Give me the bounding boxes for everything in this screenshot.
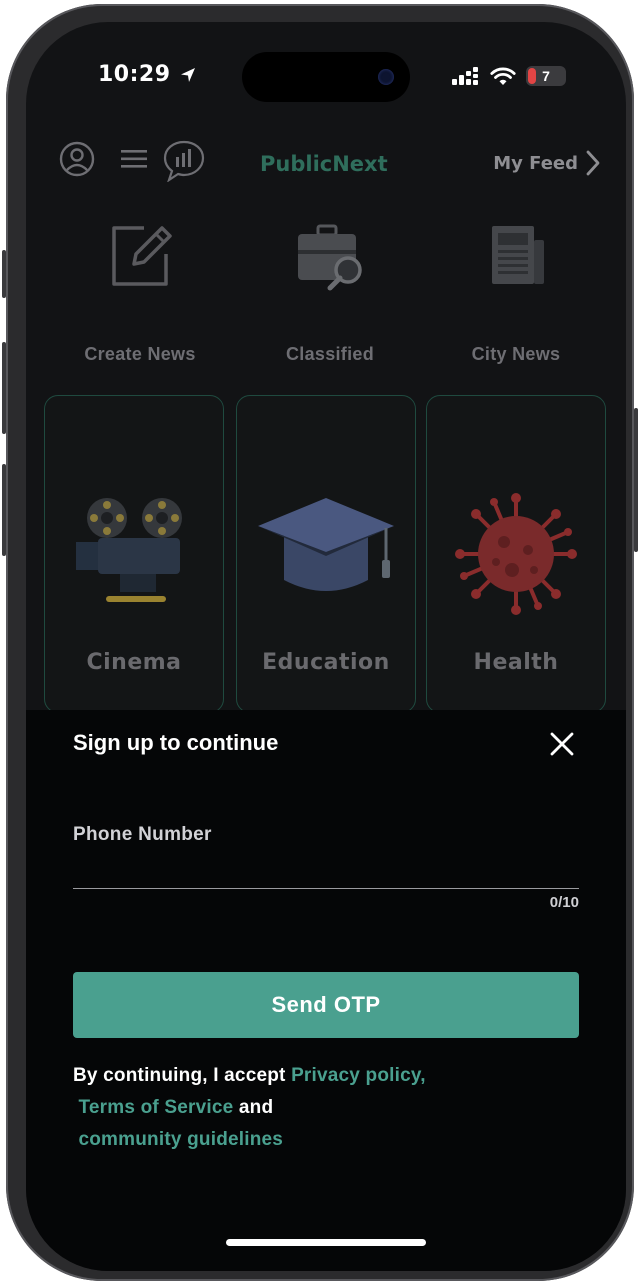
- send-otp-button[interactable]: Send OTP: [73, 972, 579, 1038]
- privacy-policy-link[interactable]: Privacy policy,: [291, 1065, 426, 1086]
- status-time: 10:29: [98, 62, 197, 87]
- category-label: Education: [262, 650, 390, 675]
- sheet-title: Sign up to continue: [73, 730, 279, 755]
- my-feed-link[interactable]: My Feed: [493, 150, 600, 176]
- brand-title: PublicNext: [260, 152, 388, 176]
- category-label: Cinema: [86, 650, 182, 675]
- community-guidelines-link[interactable]: community guidelines: [78, 1129, 283, 1150]
- edit-icon: [112, 226, 172, 286]
- volume-up-button: [2, 342, 6, 434]
- app-screen: 10:29 7 PublicNext My Feed Create News C…: [26, 22, 626, 1271]
- close-icon[interactable]: [546, 728, 578, 760]
- action-button: [2, 250, 6, 298]
- wifi-icon: [490, 67, 516, 85]
- camera-icon: [378, 69, 394, 85]
- volume-down-button: [2, 464, 6, 556]
- quick-action-label: Create News: [84, 344, 196, 364]
- newspaper-icon: [492, 226, 544, 284]
- quick-action-city-news[interactable]: City News: [416, 220, 616, 365]
- and-text: and: [233, 1097, 274, 1118]
- home-indicator[interactable]: [226, 1239, 426, 1246]
- phone-frame: 10:29 7 PublicNext My Feed Create News C…: [2, 4, 638, 1281]
- cellular-signal-icon: [452, 67, 478, 85]
- location-arrow-icon: [180, 67, 195, 82]
- legal-prefix: By continuing, I accept: [73, 1065, 292, 1086]
- my-feed-label: My Feed: [493, 152, 578, 174]
- legal-text: By continuing, I accept Privacy policy, …: [73, 1060, 593, 1156]
- phone-field-underline: [73, 888, 579, 889]
- battery-icon: 7: [526, 66, 566, 86]
- chevron-right-icon: [586, 150, 600, 176]
- battery-level: 7: [542, 68, 550, 84]
- signup-sheet: Sign up to continue Phone Number 0/10 Se…: [26, 710, 626, 1271]
- app-header: PublicNext My Feed: [26, 140, 626, 184]
- clock-text: 10:29: [98, 62, 171, 87]
- category-label: Health: [473, 650, 559, 675]
- category-card-health[interactable]: Health: [426, 395, 606, 713]
- power-button: [634, 408, 638, 552]
- profile-icon[interactable]: [58, 140, 96, 178]
- dynamic-island: [242, 52, 410, 102]
- character-counter: 0/10: [549, 894, 579, 911]
- poll-chat-icon[interactable]: [162, 140, 206, 182]
- graduation-cap-icon: [258, 498, 394, 591]
- quick-action-label: City News: [471, 344, 561, 364]
- category-card-cinema[interactable]: Cinema: [44, 395, 224, 713]
- terms-of-service-link[interactable]: Terms of Service: [78, 1097, 233, 1118]
- briefcase-search-icon: [298, 224, 362, 291]
- virus-icon: [455, 493, 577, 615]
- category-card-education[interactable]: Education: [236, 395, 416, 713]
- status-indicators: 7: [452, 66, 566, 86]
- movie-camera-icon: [76, 498, 182, 602]
- phone-number-field[interactable]: Phone Number: [73, 824, 212, 846]
- quick-action-classified[interactable]: Classified: [230, 220, 430, 365]
- quick-action-label: Classified: [285, 344, 375, 364]
- quick-action-create-news[interactable]: Create News: [40, 220, 240, 365]
- menu-icon[interactable]: [120, 148, 148, 170]
